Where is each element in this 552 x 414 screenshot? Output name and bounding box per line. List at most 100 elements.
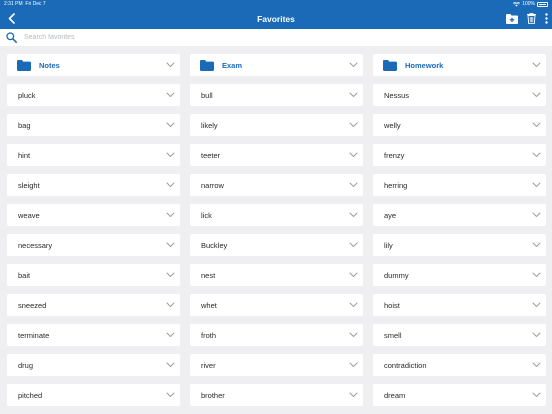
folder-label: Notes: [39, 60, 60, 70]
chevron-down-icon: [349, 92, 358, 97]
delete-button[interactable]: [527, 13, 536, 24]
folder-add-icon: [506, 13, 518, 24]
favorite-word-card[interactable]: pitched: [7, 384, 180, 406]
favorite-word-card[interactable]: necessary: [7, 234, 180, 256]
favorite-word-label: nest: [201, 270, 216, 280]
favorite-word-label: hint: [18, 150, 31, 160]
chevron-down-icon: [349, 182, 358, 187]
favorite-word-card[interactable]: teeter: [190, 144, 363, 166]
status-indicators: 100%: [513, 0, 548, 9]
favorite-word-label: weave: [18, 210, 40, 220]
favorite-word-card[interactable]: lick: [190, 204, 363, 226]
favorite-word-label: river: [201, 360, 216, 370]
favorite-word-label: aye: [384, 210, 397, 220]
folder-card-notes[interactable]: Notes: [7, 54, 180, 76]
favorite-word-label: welly: [384, 120, 401, 130]
folder-icon: [200, 59, 214, 71]
favorite-word-card[interactable]: froth: [190, 324, 363, 346]
search-bar: [0, 29, 552, 46]
more-vertical-icon: [545, 13, 548, 24]
chevron-down-icon: [532, 182, 541, 187]
favorite-word-card[interactable]: lily: [373, 234, 546, 256]
chevron-down-icon: [166, 152, 175, 157]
favorite-word-card[interactable]: sleight: [7, 174, 180, 196]
chevron-down-icon: [349, 152, 358, 157]
favorite-word-label: smell: [384, 330, 402, 340]
chevron-down-icon: [349, 332, 358, 337]
chevron-down-icon: [532, 92, 541, 97]
trash-icon: [527, 13, 536, 24]
favorite-word-label: lily: [384, 240, 393, 250]
new-folder-button[interactable]: [506, 13, 518, 24]
chevron-down-icon: [532, 362, 541, 367]
nav-bar: Favorites: [0, 9, 552, 29]
folder-icon-wrap: [200, 59, 214, 71]
folder-icon-wrap: [383, 59, 397, 71]
favorite-word-card[interactable]: bag: [7, 114, 180, 136]
search-input[interactable]: [24, 31, 524, 44]
favorite-word-card[interactable]: sneezed: [7, 294, 180, 316]
favorite-word-card[interactable]: hoist: [373, 294, 546, 316]
favorite-word-label: drug: [18, 360, 34, 370]
favorite-word-card[interactable]: frenzy: [373, 144, 546, 166]
favorite-word-card[interactable]: bull: [190, 84, 363, 106]
chevron-down-icon: [349, 362, 358, 367]
favorites-grid: Notes Exam Homework pluck bull Nessus bag likel…: [7, 54, 546, 406]
more-options-button[interactable]: [545, 13, 548, 24]
favorite-word-card[interactable]: pluck: [7, 84, 180, 106]
favorite-word-label: narrow: [201, 180, 224, 190]
favorite-word-card[interactable]: weave: [7, 204, 180, 226]
favorite-word-card[interactable]: aye: [373, 204, 546, 226]
chevron-down-icon: [166, 302, 175, 307]
favorite-word-card[interactable]: dream: [373, 384, 546, 406]
chevron-down-icon: [166, 122, 175, 127]
favorite-word-card[interactable]: terminate: [7, 324, 180, 346]
favorite-word-label: sleight: [18, 180, 40, 190]
favorite-word-card[interactable]: river: [190, 354, 363, 376]
chevron-down-icon: [166, 272, 175, 277]
favorite-word-label: sneezed: [18, 300, 47, 310]
folder-icon: [383, 59, 397, 71]
favorite-word-card[interactable]: brother: [190, 384, 363, 406]
favorite-word-card[interactable]: bait: [7, 264, 180, 286]
chevron-down-icon: [532, 332, 541, 337]
favorite-word-card[interactable]: welly: [373, 114, 546, 136]
favorite-word-card[interactable]: herring: [373, 174, 546, 196]
battery-percent: 100%: [522, 1, 535, 7]
chevron-down-icon: [532, 62, 541, 67]
folder-card-homework[interactable]: Homework: [373, 54, 546, 76]
chevron-down-icon: [532, 272, 541, 277]
favorite-word-label: hoist: [384, 300, 400, 310]
favorite-word-label: frenzy: [384, 150, 405, 160]
favorite-word-card[interactable]: contradiction: [373, 354, 546, 376]
favorite-word-label: dream: [384, 390, 406, 400]
favorite-word-card[interactable]: smell: [373, 324, 546, 346]
favorite-word-label: herring: [384, 180, 408, 190]
favorite-word-label: Nessus: [384, 90, 410, 100]
chevron-down-icon: [166, 62, 175, 67]
favorite-word-card[interactable]: Nessus: [373, 84, 546, 106]
favorite-word-label: contradiction: [384, 360, 427, 370]
chevron-down-icon: [349, 392, 358, 397]
folder-label: Homework: [405, 60, 444, 70]
favorite-word-card[interactable]: hint: [7, 144, 180, 166]
favorite-word-card[interactable]: likely: [190, 114, 363, 136]
favorite-word-label: pluck: [18, 90, 36, 100]
favorite-word-card[interactable]: nest: [190, 264, 363, 286]
chevron-down-icon: [532, 392, 541, 397]
favorite-word-label: pitched: [18, 390, 43, 400]
chevron-down-icon: [166, 332, 175, 337]
chevron-down-icon: [349, 272, 358, 277]
favorite-word-card[interactable]: dummy: [373, 264, 546, 286]
favorite-word-card[interactable]: narrow: [190, 174, 363, 196]
chevron-down-icon: [349, 122, 358, 127]
favorite-word-card[interactable]: whet: [190, 294, 363, 316]
favorite-word-label: bag: [18, 120, 31, 130]
chevron-down-icon: [349, 62, 358, 67]
chevron-down-icon: [532, 122, 541, 127]
folder-card-exam[interactable]: Exam: [190, 54, 363, 76]
favorite-word-card[interactable]: Buckley: [190, 234, 363, 256]
chevron-down-icon: [349, 242, 358, 247]
chevron-down-icon: [166, 242, 175, 247]
favorite-word-card[interactable]: drug: [7, 354, 180, 376]
